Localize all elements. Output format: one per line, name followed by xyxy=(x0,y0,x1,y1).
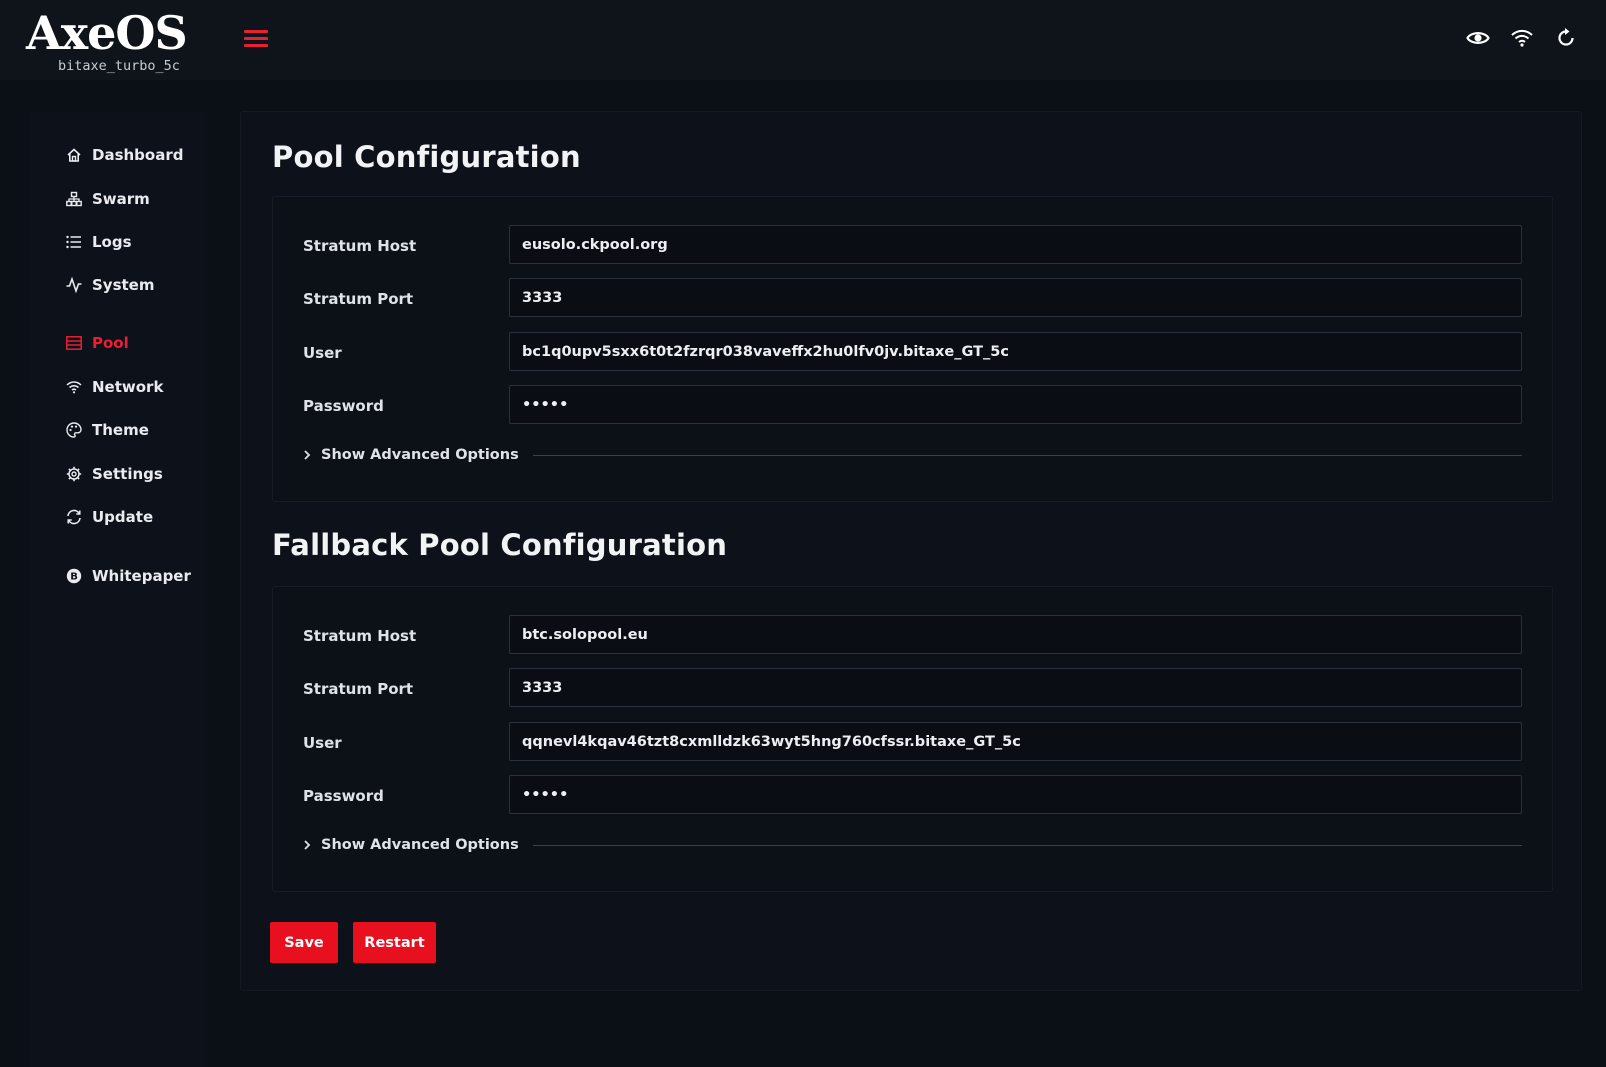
divider xyxy=(532,454,1522,456)
password-input[interactable] xyxy=(509,385,1522,424)
password-label: Password xyxy=(303,397,384,415)
sidebar-item-system[interactable]: System xyxy=(65,272,154,298)
fallback-password-input[interactable] xyxy=(509,775,1522,814)
logo-text: AxeOS xyxy=(26,6,188,60)
divider xyxy=(532,844,1522,846)
pulse-icon xyxy=(65,277,82,294)
sidebar-item-label: Update xyxy=(92,508,154,526)
sidebar-item-settings[interactable]: Settings xyxy=(65,461,163,487)
sidebar: Dashboard Swarm Logs System Pool Network xyxy=(29,112,207,1067)
svg-text:B: B xyxy=(70,572,78,583)
fallback-stratum-port-input[interactable] xyxy=(509,668,1522,707)
refresh-icon[interactable] xyxy=(1552,24,1580,52)
server-icon xyxy=(65,335,82,352)
pool-config-title: Pool Configuration xyxy=(272,140,581,174)
sidebar-item-label: Network xyxy=(92,378,164,396)
fallback-stratum-host-label: Stratum Host xyxy=(303,627,417,645)
wifi-icon[interactable] xyxy=(1508,24,1536,52)
show-advanced-options-label: Show Advanced Options xyxy=(321,447,519,463)
logo[interactable]: AxeOS bitaxe_turbo_5c xyxy=(26,6,188,74)
header-actions xyxy=(1464,24,1580,54)
stratum-host-label: Stratum Host xyxy=(303,237,417,255)
sidebar-item-label: System xyxy=(92,276,155,294)
gear-icon xyxy=(65,466,82,483)
user-input[interactable] xyxy=(509,332,1522,371)
sidebar-item-label: Pool xyxy=(92,334,129,352)
sidebar-item-network[interactable]: Network xyxy=(65,374,163,400)
sidebar-item-swarm[interactable]: Swarm xyxy=(65,186,150,212)
fallback-stratum-port-label: Stratum Port xyxy=(303,680,414,698)
wifi-icon xyxy=(65,379,82,396)
sidebar-item-dashboard[interactable]: Dashboard xyxy=(65,142,183,168)
sidebar-item-theme[interactable]: Theme xyxy=(65,417,149,443)
device-name: bitaxe_turbo_5c xyxy=(58,58,180,74)
sidebar-item-whitepaper[interactable]: B Whitepaper xyxy=(65,563,191,589)
fallback-password-label: Password xyxy=(303,787,384,805)
sidebar-item-label: Swarm xyxy=(92,190,150,208)
show-advanced-options-label: Show Advanced Options xyxy=(321,837,519,853)
stratum-port-label: Stratum Port xyxy=(303,290,414,308)
chevron-right-icon xyxy=(303,839,315,851)
fallback-show-advanced-options-toggle[interactable]: Show Advanced Options xyxy=(303,833,1522,857)
bitcoin-icon: B xyxy=(65,568,82,585)
fallback-user-input[interactable] xyxy=(509,722,1522,761)
pool-config-panel: Stratum Host Stratum Port User Password … xyxy=(272,196,1553,502)
sidebar-item-logs[interactable]: Logs xyxy=(65,229,132,255)
palette-icon xyxy=(65,422,82,439)
sidebar-item-label: Dashboard xyxy=(92,146,184,164)
pool-settings-card: Pool Configuration Stratum Host Stratum … xyxy=(240,111,1582,991)
fallback-config-panel: Stratum Host Stratum Port User Password … xyxy=(272,586,1553,892)
top-bar: AxeOS bitaxe_turbo_5c xyxy=(0,0,1606,80)
save-button[interactable]: Save xyxy=(270,922,338,963)
sidebar-item-label: Theme xyxy=(92,421,149,439)
show-advanced-options-toggle[interactable]: Show Advanced Options xyxy=(303,443,1522,467)
home-icon xyxy=(65,147,82,164)
sync-icon xyxy=(65,509,82,526)
sidebar-item-label: Logs xyxy=(92,233,132,251)
fallback-stratum-host-input[interactable] xyxy=(509,615,1522,654)
stratum-host-input[interactable] xyxy=(509,225,1522,264)
chevron-right-icon xyxy=(303,449,315,461)
fallback-user-label: User xyxy=(303,734,342,752)
list-icon xyxy=(65,234,82,251)
sidebar-item-label: Settings xyxy=(92,465,163,483)
stratum-port-input[interactable] xyxy=(509,278,1522,317)
fallback-config-title: Fallback Pool Configuration xyxy=(272,528,728,562)
sitemap-icon xyxy=(65,191,82,208)
user-label: User xyxy=(303,344,342,362)
eye-icon[interactable] xyxy=(1464,24,1492,52)
sidebar-item-label: Whitepaper xyxy=(92,567,191,585)
sidebar-item-update[interactable]: Update xyxy=(65,504,153,530)
hamburger-menu-icon[interactable] xyxy=(244,28,268,48)
restart-button[interactable]: Restart xyxy=(353,922,436,963)
sidebar-item-pool[interactable]: Pool xyxy=(65,330,129,356)
